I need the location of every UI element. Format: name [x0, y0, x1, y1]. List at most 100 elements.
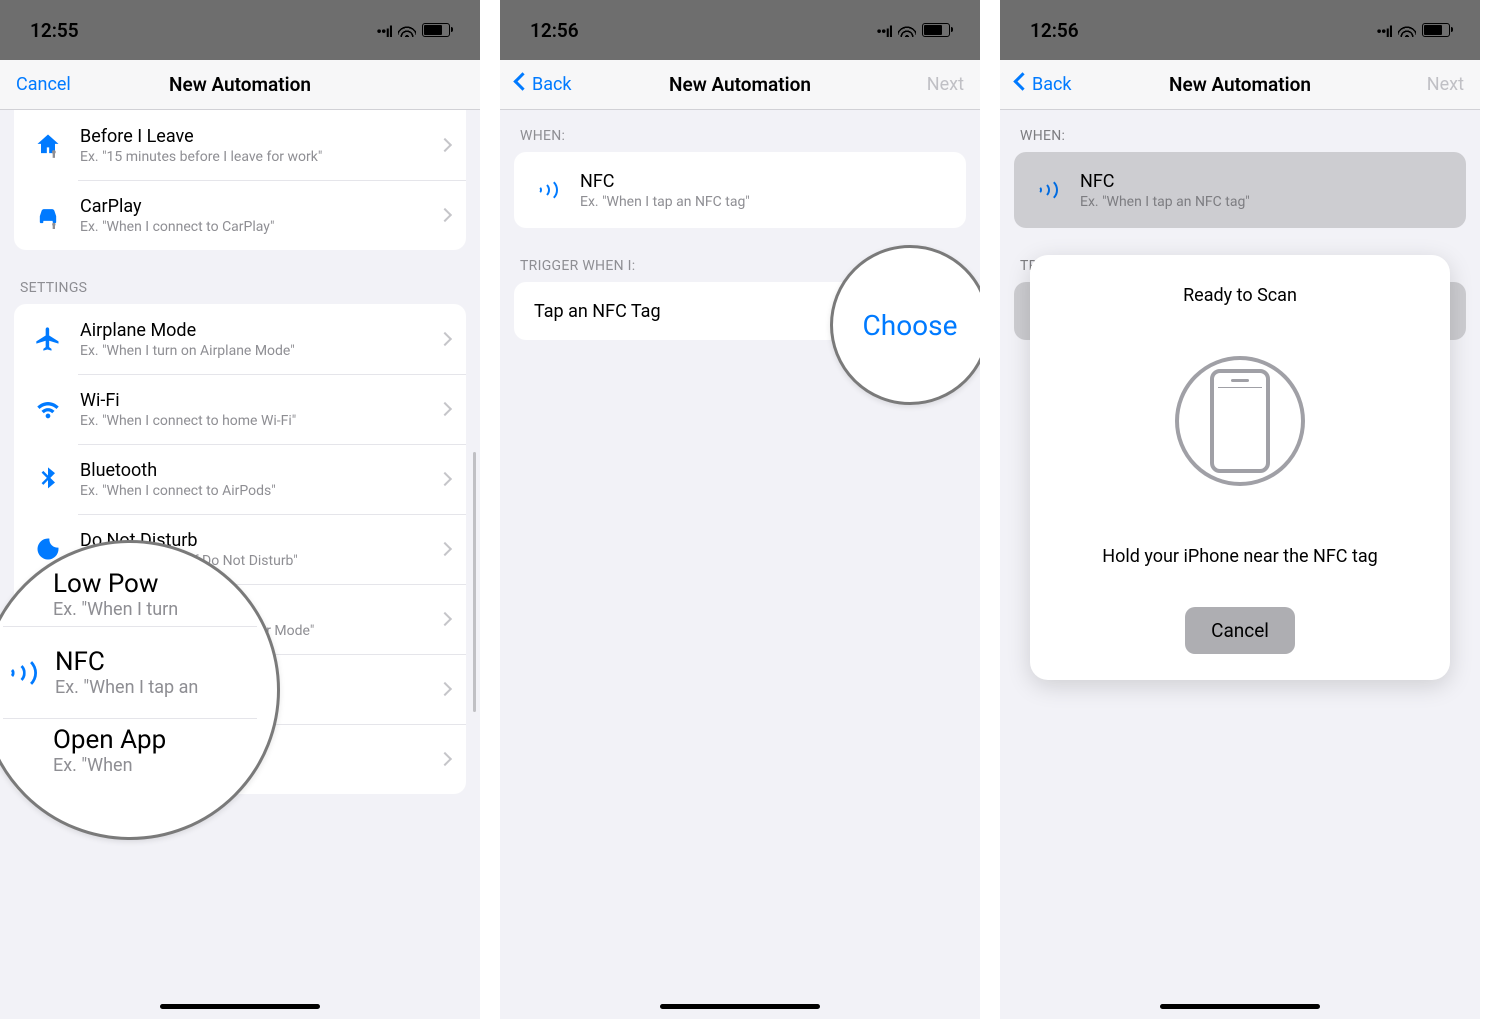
- nfc-icon: [3, 656, 42, 690]
- mag-sub: Ex. "When I turn: [53, 599, 257, 620]
- cellular-signal-icon: [1376, 19, 1392, 42]
- row-airplane-mode[interactable]: Airplane Mode Ex. "When I turn on Airpla…: [14, 304, 466, 374]
- back-label: Back: [1032, 74, 1072, 95]
- status-time: 12:55: [30, 19, 79, 42]
- section-header-when: WHEN:: [1000, 110, 1480, 152]
- home-indicator[interactable]: [160, 1004, 320, 1009]
- status-icons: [1376, 19, 1450, 42]
- chevron-right-icon: [438, 682, 452, 696]
- screen-2-nfc-config: 12:56 Back New Automation Next WHEN: NFC…: [500, 0, 980, 1019]
- nfc-scan-sheet: Ready to Scan Hold your iPhone near the …: [1030, 255, 1450, 680]
- mag-title: Open App: [53, 725, 257, 755]
- status-time: 12:56: [1030, 19, 1079, 42]
- home-indicator[interactable]: [1160, 1004, 1320, 1009]
- row-before-i-leave[interactable]: Before I Leave Ex. "15 minutes before I …: [14, 110, 466, 180]
- back-button[interactable]: Back: [516, 74, 606, 95]
- airplane-icon: [30, 324, 66, 354]
- battery-icon: [1422, 23, 1450, 37]
- row-title: NFC: [1080, 171, 1450, 192]
- cancel-button[interactable]: Cancel: [16, 74, 106, 95]
- screen-3-scan-sheet: 12:56 Back New Automation Next WHEN: NFC…: [1000, 0, 1480, 1019]
- chevron-right-icon: [438, 402, 452, 416]
- status-time: 12:56: [530, 19, 579, 42]
- next-button[interactable]: Next: [874, 74, 964, 95]
- status-bar: 12:56: [1000, 0, 1480, 60]
- when-card: NFC Ex. "When I tap an NFC tag": [1014, 152, 1466, 228]
- when-card: NFC Ex. "When I tap an NFC tag": [514, 152, 966, 228]
- row-sub: Ex. "When I tap an NFC tag": [580, 194, 950, 210]
- status-bar: 12:56: [500, 0, 980, 60]
- mag-sub: Ex. "When: [53, 755, 257, 776]
- nfc-icon: [1030, 178, 1066, 202]
- scan-message: Hold your iPhone near the NFC tag: [1050, 546, 1430, 567]
- chevron-right-icon: [438, 542, 452, 556]
- mag-sub: Ex. "When I tap an: [55, 677, 198, 698]
- nav-bar: Back New Automation Next: [500, 60, 980, 110]
- cellular-signal-icon: [876, 19, 892, 42]
- mag-choose-label: Choose: [863, 309, 958, 342]
- row-bluetooth[interactable]: Bluetooth Ex. "When I connect to AirPods…: [14, 444, 466, 514]
- status-icons: [376, 19, 450, 42]
- cellular-signal-icon: [376, 19, 392, 42]
- page-title: New Automation: [669, 73, 811, 96]
- row-title: Wi-Fi: [80, 390, 440, 411]
- row-when-nfc[interactable]: NFC Ex. "When I tap an NFC tag": [514, 152, 966, 228]
- trigger-label: Tap an NFC Tag: [534, 301, 661, 322]
- phone-outline-icon: [1210, 369, 1270, 473]
- highlight-choose-magnifier: Choose: [830, 245, 980, 405]
- section-header-when: WHEN:: [500, 110, 980, 152]
- page-title: New Automation: [1169, 73, 1311, 96]
- chevron-right-icon: [438, 332, 452, 346]
- battery-icon: [422, 23, 450, 37]
- scan-cancel-button[interactable]: Cancel: [1185, 607, 1295, 654]
- battery-icon: [922, 23, 950, 37]
- chevron-right-icon: [438, 138, 452, 152]
- wifi-icon: [30, 394, 66, 424]
- back-button[interactable]: Back: [1016, 74, 1106, 95]
- carplay-icon: [30, 200, 66, 230]
- back-label: Back: [532, 74, 572, 95]
- chevron-right-icon: [438, 208, 452, 222]
- row-title: Before I Leave: [80, 126, 440, 147]
- row-sub: Ex. "When I connect to home Wi-Fi": [80, 413, 440, 429]
- screen-1-triggers-list: 12:55 Cancel New Automation Before I Lea…: [0, 0, 480, 1019]
- chevron-right-icon: [438, 472, 452, 486]
- row-sub: Ex. "15 minutes before I leave for work": [80, 149, 440, 165]
- row-when-nfc: NFC Ex. "When I tap an NFC tag": [1014, 152, 1466, 228]
- nav-bar: Cancel New Automation: [0, 60, 480, 110]
- travel-group: Before I Leave Ex. "15 minutes before I …: [14, 110, 466, 250]
- page-title: New Automation: [169, 73, 311, 96]
- chevron-left-icon: [1016, 75, 1028, 95]
- bluetooth-icon: [30, 464, 66, 494]
- row-sub: Ex. "When I tap an NFC tag": [1080, 194, 1450, 210]
- wifi-icon: [1398, 23, 1416, 37]
- chevron-right-icon: [438, 612, 452, 626]
- row-title: NFC: [580, 171, 950, 192]
- wifi-icon: [398, 23, 416, 37]
- next-label: Next: [1427, 74, 1464, 95]
- row-sub: Ex. "When I turn on Airplane Mode": [80, 343, 440, 359]
- nfc-icon: [530, 178, 566, 202]
- nav-bar: Back New Automation Next: [1000, 60, 1480, 110]
- status-icons: [876, 19, 950, 42]
- row-wifi[interactable]: Wi-Fi Ex. "When I connect to home Wi-Fi": [14, 374, 466, 444]
- scrollbar[interactable]: [473, 452, 476, 712]
- cancel-label: Cancel: [16, 74, 71, 95]
- row-carplay[interactable]: CarPlay Ex. "When I connect to CarPlay": [14, 180, 466, 250]
- chevron-right-icon: [438, 752, 452, 766]
- row-sub: Ex. "When I connect to AirPods": [80, 483, 440, 499]
- row-title: CarPlay: [80, 196, 440, 217]
- home-leave-icon: [30, 130, 66, 160]
- next-button[interactable]: Next: [1374, 74, 1464, 95]
- scan-graphic: [1175, 356, 1305, 486]
- row-sub: Ex. "When I connect to CarPlay": [80, 219, 440, 235]
- section-header-settings: SETTINGS: [0, 250, 480, 304]
- chevron-left-icon: [516, 75, 528, 95]
- mag-title: NFC: [55, 647, 198, 677]
- wifi-icon: [898, 23, 916, 37]
- row-title: Airplane Mode: [80, 320, 440, 341]
- next-label: Next: [927, 74, 964, 95]
- row-title: Bluetooth: [80, 460, 440, 481]
- home-indicator[interactable]: [660, 1004, 820, 1009]
- status-bar: 12:55: [0, 0, 480, 60]
